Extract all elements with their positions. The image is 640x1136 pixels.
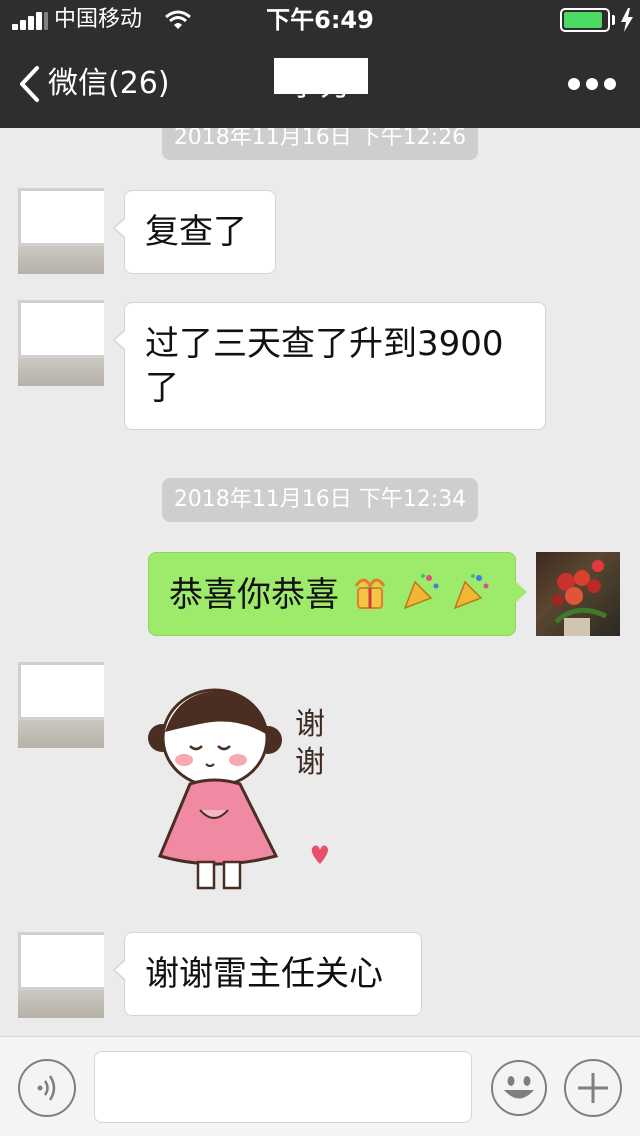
message-text: 恭喜你恭喜 (169, 575, 339, 615)
avatar-redaction (18, 300, 104, 358)
more-options-button[interactable] (562, 70, 622, 100)
contact-avatar[interactable] (18, 932, 104, 1018)
timestamp: 2018年11月16日 下午12:34 (0, 478, 640, 522)
status-time: 下午6:49 (266, 6, 374, 34)
message-input[interactable] (94, 1051, 472, 1123)
charging-bolt-icon (621, 8, 633, 32)
sticker-message[interactable]: 谢 谢 (140, 680, 350, 900)
avatar-redaction (18, 662, 104, 720)
avatar-redaction (18, 932, 104, 990)
nav-bar: 微信(26) 李芳 (0, 40, 640, 128)
title-redaction (274, 58, 368, 94)
plus-icon (578, 1073, 608, 1103)
contact-avatar[interactable] (18, 662, 104, 748)
battery-level (564, 12, 602, 28)
status-bar: 中国移动 下午6:49 (0, 0, 640, 40)
message-text-line: 了 (145, 368, 179, 408)
more-dot-icon (586, 78, 598, 90)
voice-input-button[interactable] (18, 1059, 76, 1117)
timestamp-label: 2018年11月16日 下午12:34 (161, 478, 479, 522)
contact-avatar[interactable] (18, 188, 104, 274)
emoji-button[interactable] (490, 1059, 548, 1117)
avatar-redaction (18, 188, 104, 246)
message-bubble[interactable]: 过了三天查了升到3900 了 (113, 302, 546, 430)
smiley-face-icon (491, 1060, 547, 1116)
my-avatar[interactable] (536, 552, 620, 636)
more-dot-icon (568, 78, 580, 90)
input-bar (0, 1036, 640, 1136)
message-bubble[interactable]: 复查了 (113, 190, 276, 274)
ribbon-gift-emoji-icon (354, 578, 386, 609)
message-bubble-outgoing[interactable]: 恭喜你恭喜 (148, 552, 527, 636)
message-text-line: 过了三天查了升到3900 (145, 324, 504, 364)
more-dot-icon (604, 78, 616, 90)
flowers-photo (552, 560, 608, 636)
battery-tip (612, 15, 615, 25)
chat-area[interactable]: 2018年11月16日 下午12:26 复查了 过了三天查了升到3900 了 2… (0, 128, 640, 1036)
contact-avatar[interactable] (18, 300, 104, 386)
voice-wave-icon (37, 1075, 56, 1101)
message-text: 谢谢雷主任关心 (145, 954, 383, 994)
sticker-text-line: 谢 (295, 745, 325, 780)
sticker-text-line: 谢 (295, 707, 325, 742)
timestamp: 2018年11月16日 下午12:26 (0, 128, 640, 160)
battery-icon (560, 8, 610, 32)
party-popper-icon (454, 574, 489, 610)
add-more-button[interactable] (564, 1059, 622, 1117)
message-text: 复查了 (145, 212, 247, 252)
sticker-text: 谢 谢 (295, 706, 325, 782)
party-popper-icon (403, 574, 439, 610)
timestamp-label: 2018年11月16日 下午12:26 (161, 128, 479, 160)
message-bubble[interactable]: 谢谢雷主任关心 (113, 932, 422, 1016)
